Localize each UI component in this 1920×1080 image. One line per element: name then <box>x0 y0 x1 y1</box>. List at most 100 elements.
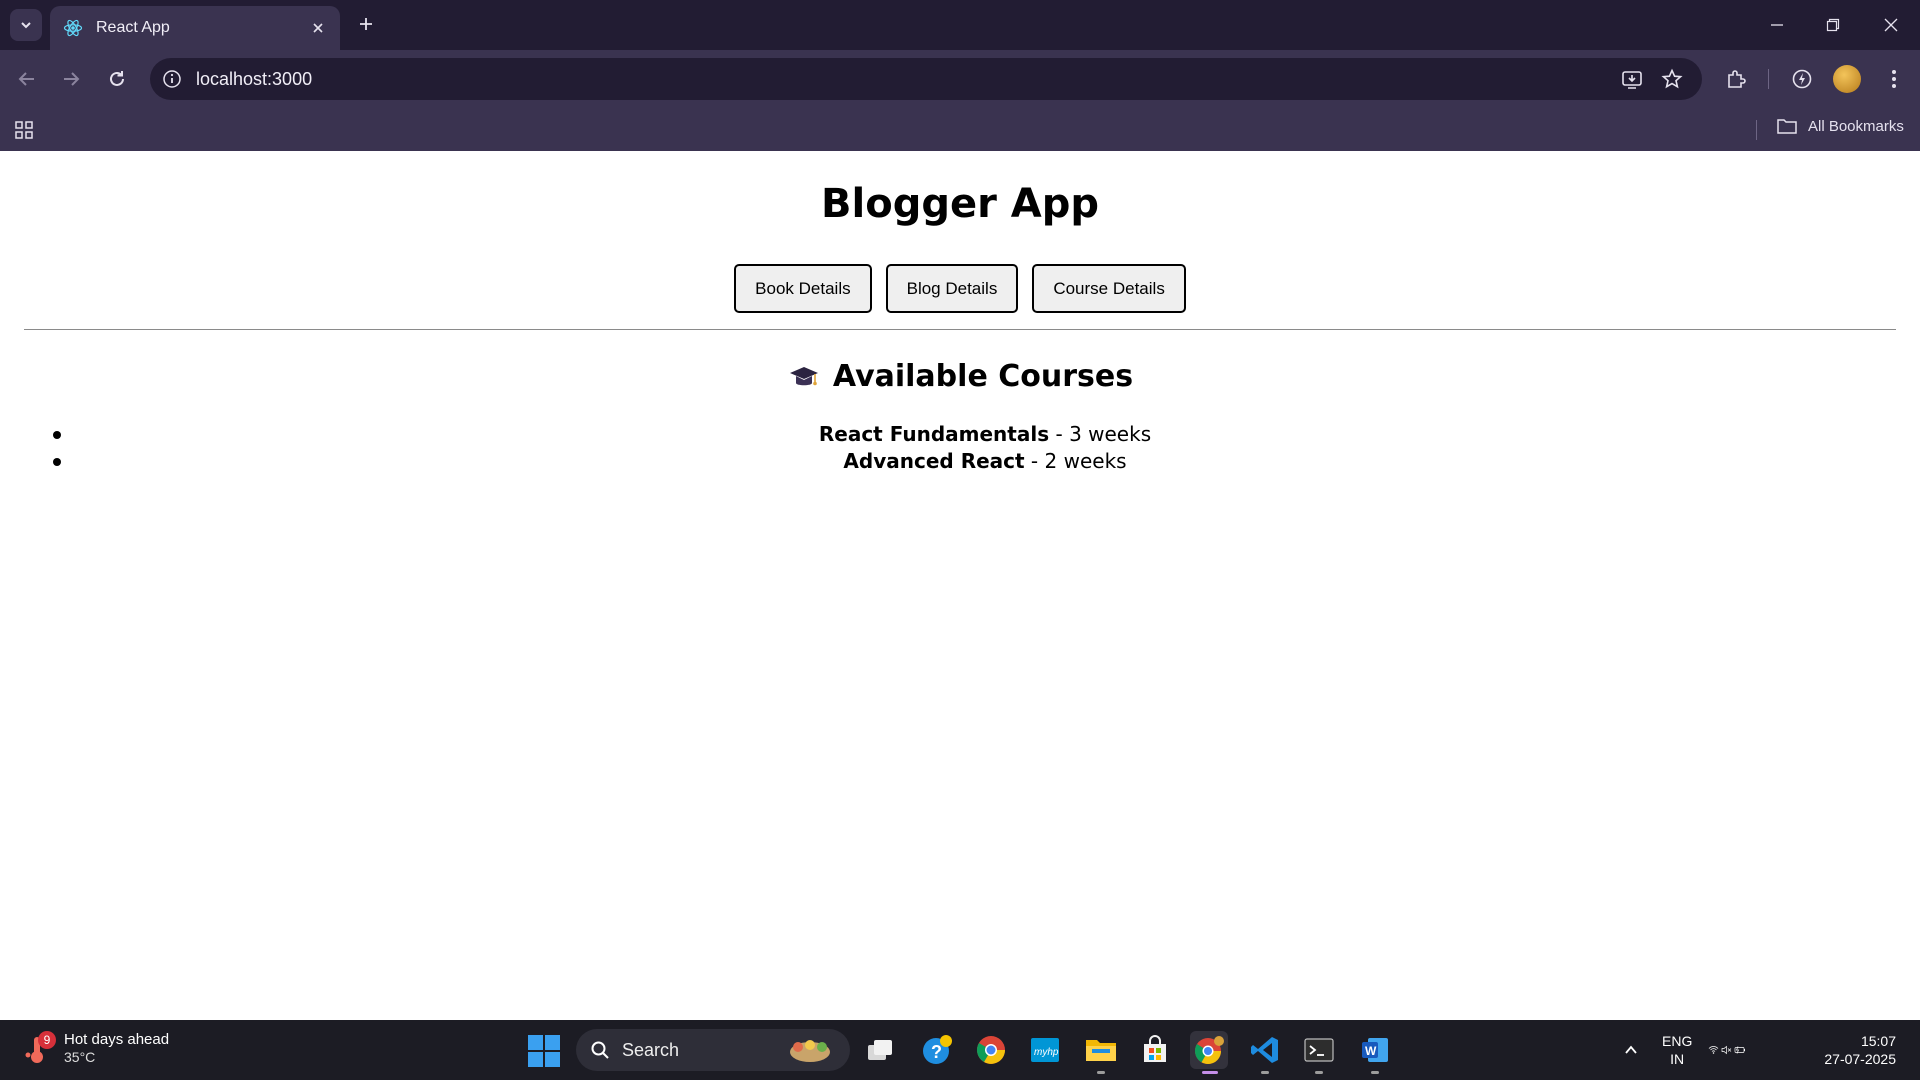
bookmarks-bar: All Bookmarks <box>0 108 1920 151</box>
weather-title: Hot days ahead <box>64 1031 170 1048</box>
folder-icon <box>1777 119 1797 134</box>
chevron-down-icon <box>21 22 31 29</box>
course-details-button[interactable]: Course Details <box>1032 264 1186 313</box>
weather-widget[interactable]: 9 Hot days ahead 35°C <box>24 1030 169 1065</box>
windows-logo-pane <box>545 1052 560 1067</box>
word-icon: W <box>1362 1038 1388 1062</box>
chrome-active-app[interactable] <box>1190 1031 1228 1074</box>
book-details-button[interactable]: Book Details <box>734 264 872 313</box>
blog-details-button[interactable]: Blog Details <box>885 264 1019 313</box>
close-tab-icon[interactable] <box>308 18 328 38</box>
clock[interactable]: 15:07 27-07-2025 <box>1812 1032 1896 1068</box>
bookmarks-divider <box>1756 120 1757 140</box>
extensions-icon[interactable] <box>1722 65 1750 93</box>
search-label: Search <box>622 1039 680 1060</box>
list-bullet <box>53 431 61 439</box>
weather-badge: 9 <box>38 1030 56 1049</box>
task-view-icon <box>868 1040 892 1060</box>
folder-icon <box>1086 1040 1116 1061</box>
active-tab[interactable]: React App <box>50 6 340 50</box>
terminal-icon <box>1304 1038 1334 1062</box>
menu-kebab-icon[interactable] <box>1880 65 1908 93</box>
reload-icon <box>110 71 124 86</box>
forward-button[interactable] <box>56 64 86 94</box>
list-bullet <box>53 458 61 466</box>
address-bar[interactable]: localhost:3000 <box>150 58 1702 100</box>
new-tab-button[interactable] <box>352 10 380 38</box>
page-viewport: Blogger App Book Details Blog Details Co… <box>0 151 1920 1020</box>
vscode-icon <box>1251 1037 1278 1063</box>
bookmark-star-icon[interactable] <box>1660 67 1684 91</box>
task-view-button[interactable] <box>862 1031 900 1069</box>
running-indicator <box>1371 1071 1379 1074</box>
taskbar-search[interactable]: Search <box>576 1029 850 1071</box>
search-highlight-icon <box>790 1040 830 1062</box>
nav-button-row: Book Details Blog Details Course Details <box>0 264 1920 313</box>
chrome-profile-icon <box>1194 1036 1224 1065</box>
section-heading: Available Courses <box>0 359 1920 394</box>
back-button[interactable] <box>12 64 42 94</box>
reload-button[interactable] <box>102 64 132 94</box>
running-indicator <box>1315 1071 1323 1074</box>
arrow-left-icon <box>18 72 34 86</box>
running-indicator <box>1097 1071 1105 1074</box>
section-title-text: Available Courses <box>832 359 1134 394</box>
tab-strip: React App <box>0 0 1920 50</box>
svg-text:myhp: myhp <box>1034 1047 1059 1058</box>
svg-text:W: W <box>1365 1044 1377 1058</box>
windows-logo-pane <box>528 1052 543 1067</box>
all-bookmarks-label: All Bookmarks <box>1808 117 1904 135</box>
course-duration: 2 weeks <box>1044 449 1127 473</box>
taskbar: 9 Hot days ahead 35°C Search ? myhp W EN… <box>0 1020 1920 1080</box>
show-hidden-icons-button[interactable] <box>1612 1031 1650 1069</box>
active-indicator <box>1202 1071 1218 1074</box>
plus-icon <box>360 18 372 30</box>
file-explorer-app[interactable] <box>1082 1031 1120 1074</box>
clock-time: 15:07 <box>1860 1033 1896 1049</box>
course-separator: - <box>1049 422 1070 446</box>
windows-logo-pane <box>545 1035 560 1050</box>
list-item: React Fundamentals - 3 weeks <box>50 421 1920 448</box>
minimize-button[interactable] <box>1764 12 1790 38</box>
arrow-right-icon <box>64 72 80 86</box>
microsoft-store-app[interactable] <box>1136 1031 1174 1069</box>
install-app-icon[interactable] <box>1620 67 1644 91</box>
profile-avatar[interactable] <box>1833 65 1861 93</box>
get-help-app[interactable]: ? <box>918 1031 956 1069</box>
status-icons <box>1708 1045 1745 1055</box>
react-icon <box>62 17 84 39</box>
url-text[interactable]: localhost:3000 <box>196 69 312 90</box>
horizontal-rule <box>24 329 1896 330</box>
system-tray-status[interactable] <box>1708 1031 1746 1069</box>
chrome-app[interactable] <box>972 1031 1010 1069</box>
myhp-app[interactable]: myhp <box>1026 1031 1064 1069</box>
word-app[interactable]: W <box>1356 1031 1394 1074</box>
language-code: ENG <box>1662 1033 1693 1049</box>
site-info-icon[interactable] <box>160 67 184 91</box>
restore-icon <box>1826 18 1840 32</box>
page-title: Blogger App <box>821 181 1099 227</box>
clock-date: 27-07-2025 <box>1824 1051 1896 1067</box>
performance-icon[interactable] <box>1788 65 1816 93</box>
help-icon: ? <box>923 1035 952 1064</box>
terminal-app[interactable] <box>1300 1031 1338 1074</box>
restore-button[interactable] <box>1820 12 1846 38</box>
list-item: Advanced React - 2 weeks <box>50 448 1920 475</box>
course-separator: - <box>1024 449 1045 473</box>
close-window-button[interactable] <box>1878 12 1904 38</box>
tab-title: React App <box>96 19 170 36</box>
graduation-cap-icon <box>787 360 821 394</box>
vscode-app[interactable] <box>1246 1031 1284 1074</box>
thermometer-icon: 9 <box>24 1030 56 1065</box>
browser-toolbar: localhost:3000 <box>0 50 1920 108</box>
start-button[interactable] <box>528 1035 560 1067</box>
course-name: Advanced React <box>843 449 1025 473</box>
all-bookmarks-button[interactable]: All Bookmarks <box>1776 117 1904 135</box>
running-indicator <box>1261 1071 1269 1074</box>
tab-search-button[interactable] <box>10 9 42 41</box>
toolbar-divider <box>1768 69 1769 89</box>
region-code: IN <box>1670 1051 1685 1067</box>
input-language[interactable]: ENG IN <box>1662 1032 1692 1068</box>
apps-grid-icon[interactable] <box>12 118 36 142</box>
svg-text:?: ? <box>931 1042 942 1062</box>
